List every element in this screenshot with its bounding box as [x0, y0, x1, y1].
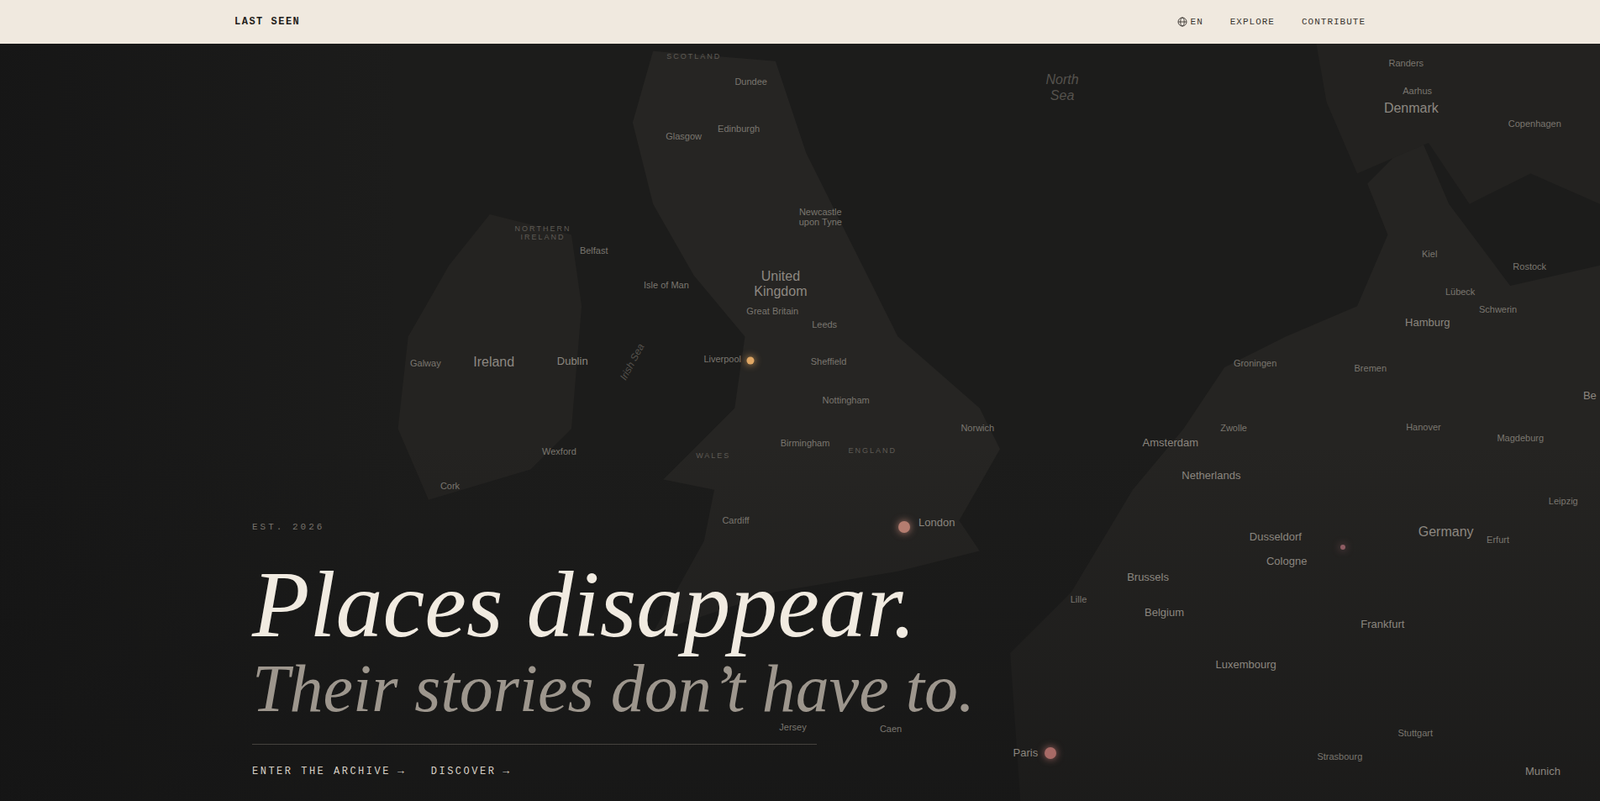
map-label: Birmingham: [780, 437, 831, 449]
map-label: Netherlands: [1181, 468, 1241, 482]
map-label: Nottingham: [822, 394, 870, 406]
headline: Places disappear.: [252, 557, 1366, 652]
map-label: Magdeburg: [1496, 432, 1544, 444]
map-label: Bremen: [1354, 363, 1388, 374]
map-pin[interactable]: [1044, 747, 1057, 759]
nav-link[interactable]: EXPLORE: [1230, 16, 1275, 27]
map-label: Groningen: [1233, 357, 1277, 369]
map-label: Randers: [1388, 57, 1424, 69]
map-label: Aarhus: [1402, 85, 1432, 97]
map-label: Cologne: [1266, 554, 1307, 568]
map-label: Denmark: [1384, 100, 1439, 116]
map-label: Stuttgart: [1397, 727, 1433, 739]
map-label: Galway: [410, 357, 442, 369]
map-label: Dundee: [734, 76, 768, 88]
map-label: SCOTLAND: [666, 52, 722, 61]
map-pin[interactable]: [898, 521, 911, 533]
action-link[interactable]: ENTER THE ARCHIVE→: [252, 764, 405, 778]
map-label: Liverpool: [703, 353, 742, 365]
map-label: Glasgow: [665, 130, 702, 142]
language-button[interactable]: EN: [1177, 16, 1204, 27]
map-label: Belfast: [579, 244, 609, 256]
map-label: Be: [1583, 389, 1597, 403]
map-label: Frankfurt: [1360, 618, 1405, 632]
map-label: Erfurt: [1486, 534, 1510, 546]
map-label: Isle of Man: [643, 278, 690, 290]
landing-page: SCOTLAND Dundee Edinburgh Glasgow North Sea N…: [0, 0, 1600, 801]
top-bar: LAST SEEN EN EXPLORE CONTRIBUTE: [0, 0, 1600, 44]
map-label: Munich: [1525, 765, 1561, 779]
map-label: North Sea: [1041, 72, 1084, 104]
logo[interactable]: LAST SEEN: [234, 15, 300, 28]
map-label: Copenhagen: [1508, 118, 1562, 130]
map-label: Hamburg: [1405, 315, 1450, 329]
map-label: Kiel: [1421, 248, 1437, 260]
eyebrow: EST. 2026: [252, 521, 1366, 532]
map-label: Leipzig: [1548, 495, 1579, 507]
map-label: Edinburgh: [717, 123, 760, 135]
map-label: Rostock: [1512, 261, 1547, 273]
map-label: Strasbourg: [1316, 750, 1363, 762]
map-label: Ireland: [473, 354, 515, 370]
map-label: WALES: [695, 450, 731, 459]
map-label: Lübeck: [1445, 286, 1475, 298]
map-label: Luxembourg: [1215, 657, 1277, 671]
arrow-icon: →: [502, 764, 510, 778]
map-label: Dusseldorf: [1249, 530, 1302, 543]
map-label: Great Britain: [746, 305, 799, 317]
map-label: Lille: [1070, 593, 1088, 605]
map-label: Belgium: [1144, 605, 1185, 619]
map-label: Paris: [1013, 747, 1039, 760]
map-label: Newcastle upon Tyne: [789, 206, 851, 228]
map-label: Zwolle: [1220, 421, 1248, 433]
map-label: Norwich: [960, 421, 995, 433]
map-pin[interactable]: [746, 356, 754, 364]
map-label: Sheffield: [810, 356, 848, 368]
actions: ENTER THE ARCHIVE→ DISCOVER→: [252, 764, 1366, 778]
nav-link[interactable]: CONTRIBUTE: [1301, 16, 1366, 27]
map-label: Dublin: [557, 354, 589, 368]
map-label: Caen: [879, 723, 902, 735]
subline: Their stories don’t have to.: [252, 654, 1366, 722]
map-label: Hanover: [1405, 421, 1442, 432]
map-label: Wexford: [542, 445, 577, 457]
map-label: United Kingdom: [734, 268, 827, 300]
map-label: Schwerin: [1478, 304, 1517, 316]
map-label: Jersey: [778, 721, 806, 732]
map-label: London: [918, 515, 955, 529]
hero: EST. 2026 Places disappear.Their stories …: [0, 43, 1600, 801]
map-label: Leeds: [811, 319, 837, 331]
map-pin[interactable]: [1340, 544, 1346, 550]
map-label: Germany: [1418, 523, 1474, 539]
globe-icon: [1177, 16, 1188, 27]
map-label: NORTHERN IRELAND: [513, 224, 573, 243]
map-label: Brussels: [1126, 571, 1169, 585]
divider: [252, 743, 817, 745]
map-label: ENGLAND: [847, 445, 897, 454]
map-label: Cork: [440, 480, 460, 492]
arrow-icon: →: [397, 764, 405, 778]
map-label: Cardiff: [721, 515, 749, 527]
action-link[interactable]: DISCOVER→: [431, 764, 510, 778]
map-label: Amsterdam: [1142, 436, 1199, 450]
nav: EN EXPLORE CONTRIBUTE: [1177, 16, 1366, 27]
